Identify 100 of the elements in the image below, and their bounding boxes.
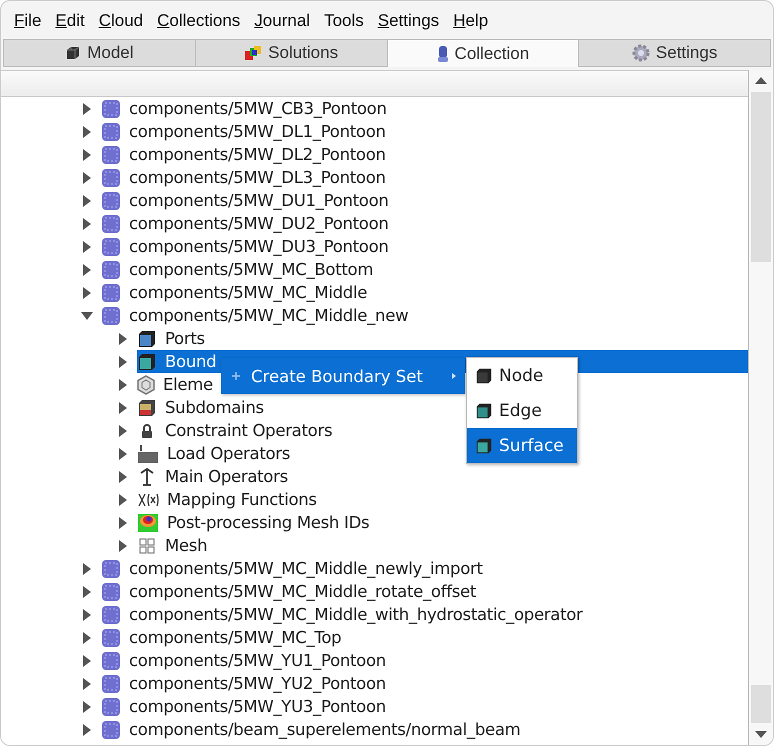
expand-arrow-icon[interactable]	[81, 240, 93, 254]
tree-item[interactable]: components/5MW_DU3_Pontoon	[101, 235, 389, 258]
expand-arrow-icon[interactable]	[81, 216, 93, 230]
menu-item[interactable]: Cloud	[92, 7, 150, 35]
tree-item[interactable]: Load Operators	[137, 442, 290, 465]
menu-item[interactable]: Journal	[247, 7, 318, 35]
tree-item[interactable]: components/5MW_DL3_Pontoon	[101, 166, 386, 189]
expand-arrow-icon[interactable]	[81, 148, 93, 162]
expand-arrow-icon[interactable]	[117, 492, 129, 506]
vertical-scrollbar[interactable]	[748, 70, 773, 745]
expand-arrow-icon[interactable]	[117, 538, 129, 552]
tree-item[interactable]: components/5MW_DU2_Pontoon	[101, 212, 389, 235]
tree-item-label: Eleme	[163, 375, 213, 394]
cube-icon	[65, 45, 82, 61]
tree-item-label: components/beam_superelements/normal_beam	[129, 720, 520, 739]
tree-item[interactable]: Subdomains	[137, 396, 264, 419]
scrollbar-thumb[interactable]	[751, 92, 771, 262]
tab[interactable]: Collection	[386, 39, 578, 67]
tree-item-label: components/5MW_CB3_Pontoon	[129, 99, 387, 118]
tree-item-label: components/5MW_MC_Middle	[129, 283, 368, 302]
expand-arrow-icon[interactable]	[81, 722, 93, 736]
tree-item-label: components/5MW_YU2_Pontoon	[129, 674, 386, 693]
tree-item[interactable]: Post-processing Mesh IDs	[137, 511, 370, 534]
expand-arrow-icon[interactable]	[117, 446, 129, 460]
tree-item[interactable]: components/5MW_DL2_Pontoon	[101, 143, 386, 166]
scrollbar-track-segment	[751, 685, 771, 723]
submenu-arrow-icon	[451, 371, 457, 381]
expand-arrow-icon[interactable]	[81, 102, 93, 116]
tree-item[interactable]: components/5MW_MC_Middle_newly_import	[101, 557, 483, 580]
expand-arrow-icon[interactable]	[81, 562, 93, 576]
tree-item[interactable]: components/5MW_DU1_Pontoon	[101, 189, 389, 212]
tree-item[interactable]: components/5MW_MC_Middle_new	[101, 304, 408, 327]
tree-item-label: components/5MW_DU2_Pontoon	[129, 214, 389, 233]
tree-item[interactable]: Mesh	[137, 534, 208, 557]
expand-arrow-icon[interactable]	[81, 630, 93, 644]
menu-item[interactable]: File	[7, 7, 48, 35]
expand-arrow-icon[interactable]	[81, 654, 93, 668]
tree-item[interactable]: components/5MW_YU3_Pontoon	[101, 695, 386, 718]
submenu-item[interactable]: Edge	[467, 393, 577, 428]
expand-arrow-icon[interactable]	[81, 124, 93, 138]
cube-icon	[137, 328, 157, 348]
expand-arrow-icon[interactable]	[117, 424, 129, 438]
menu-item[interactable]: Settings	[370, 7, 446, 35]
tree-item[interactable]: components/5MW_MC_Middle	[101, 281, 368, 304]
expand-arrow-icon[interactable]	[81, 676, 93, 690]
tree-item-label: components/5MW_YU1_Pontoon	[129, 651, 386, 670]
tree-item[interactable]: components/beam_superelements/normal_beam	[101, 718, 520, 741]
colored-blocks-icon	[244, 45, 262, 61]
component-icon	[101, 144, 121, 164]
tree-item[interactable]: components/5MW_YU1_Pontoon	[101, 649, 386, 672]
component-icon	[101, 168, 121, 188]
expand-arrow-icon[interactable]	[81, 262, 93, 276]
expand-arrow-icon[interactable]	[81, 286, 93, 300]
expand-arrow-icon[interactable]	[81, 170, 93, 184]
menu-item[interactable]: Tools	[317, 7, 371, 35]
submenu-item[interactable]: Surface	[467, 428, 577, 463]
submenu-item[interactable]: Node	[467, 358, 577, 393]
component-icon	[101, 282, 121, 302]
tree-item[interactable]: components/5MW_MC_Bottom	[101, 258, 374, 281]
submenu-label: Node	[499, 366, 544, 386]
component-icon	[101, 260, 121, 280]
tree-item[interactable]: components/5MW_YU2_Pontoon	[101, 672, 386, 695]
expand-arrow-icon[interactable]	[81, 194, 93, 208]
cube-icon	[475, 436, 493, 454]
tree-item[interactable]: Ports	[137, 327, 205, 350]
expand-arrow-icon[interactable]	[117, 332, 129, 346]
menu-item[interactable]: Collections	[150, 7, 248, 35]
tab[interactable]: Model	[3, 39, 195, 67]
tab[interactable]: Settings	[578, 39, 771, 67]
context-menu-item[interactable]: Create Boundary Set	[221, 358, 465, 394]
menu-item[interactable]: Help	[446, 7, 496, 35]
expand-arrow-icon[interactable]	[117, 378, 129, 392]
cube-icon	[137, 352, 157, 372]
tree-item-label: Mapping Functions	[167, 490, 317, 509]
tree-item[interactable]: Eleme	[137, 373, 213, 396]
tree-item-label: Ports	[165, 329, 205, 348]
tree-item[interactable]: components/5MW_MC_Middle_with_hydrostatic_operator	[101, 603, 583, 626]
expand-arrow-icon[interactable]	[117, 516, 129, 530]
tree-item[interactable]: components/5MW_CB3_Pontoon	[101, 97, 387, 120]
tree-item[interactable]: components/5MW_MC_Middle_rotate_offset	[101, 580, 476, 603]
context-menu-label: Create Boundary Set	[251, 366, 424, 386]
tree-item[interactable]: components/5MW_DL1_Pontoon	[101, 120, 386, 143]
expand-arrow-icon[interactable]	[81, 608, 93, 622]
tree-item[interactable]: components/5MW_MC_Top	[101, 626, 342, 649]
expand-arrow-icon[interactable]	[117, 400, 129, 414]
menu-item[interactable]: Edit	[48, 7, 92, 35]
submenu-label: Surface	[499, 436, 564, 456]
layered-cube-icon	[137, 398, 157, 418]
load-icon	[137, 444, 159, 464]
tree-item-label: components/5MW_DU3_Pontoon	[129, 237, 389, 256]
hexagon-icon	[137, 374, 155, 394]
expand-arrow-icon[interactable]	[81, 700, 93, 714]
tree-item[interactable]: Main Operators	[137, 465, 288, 488]
tree-item[interactable]: Mapping Functions	[137, 488, 317, 511]
expand-arrow-icon[interactable]	[81, 584, 93, 598]
expand-arrow-icon[interactable]	[117, 354, 129, 368]
component-icon	[101, 214, 121, 234]
tab[interactable]: Solutions	[194, 39, 386, 67]
tree-item[interactable]: Constraint Operators	[137, 419, 332, 442]
expand-arrow-icon[interactable]	[117, 470, 129, 484]
